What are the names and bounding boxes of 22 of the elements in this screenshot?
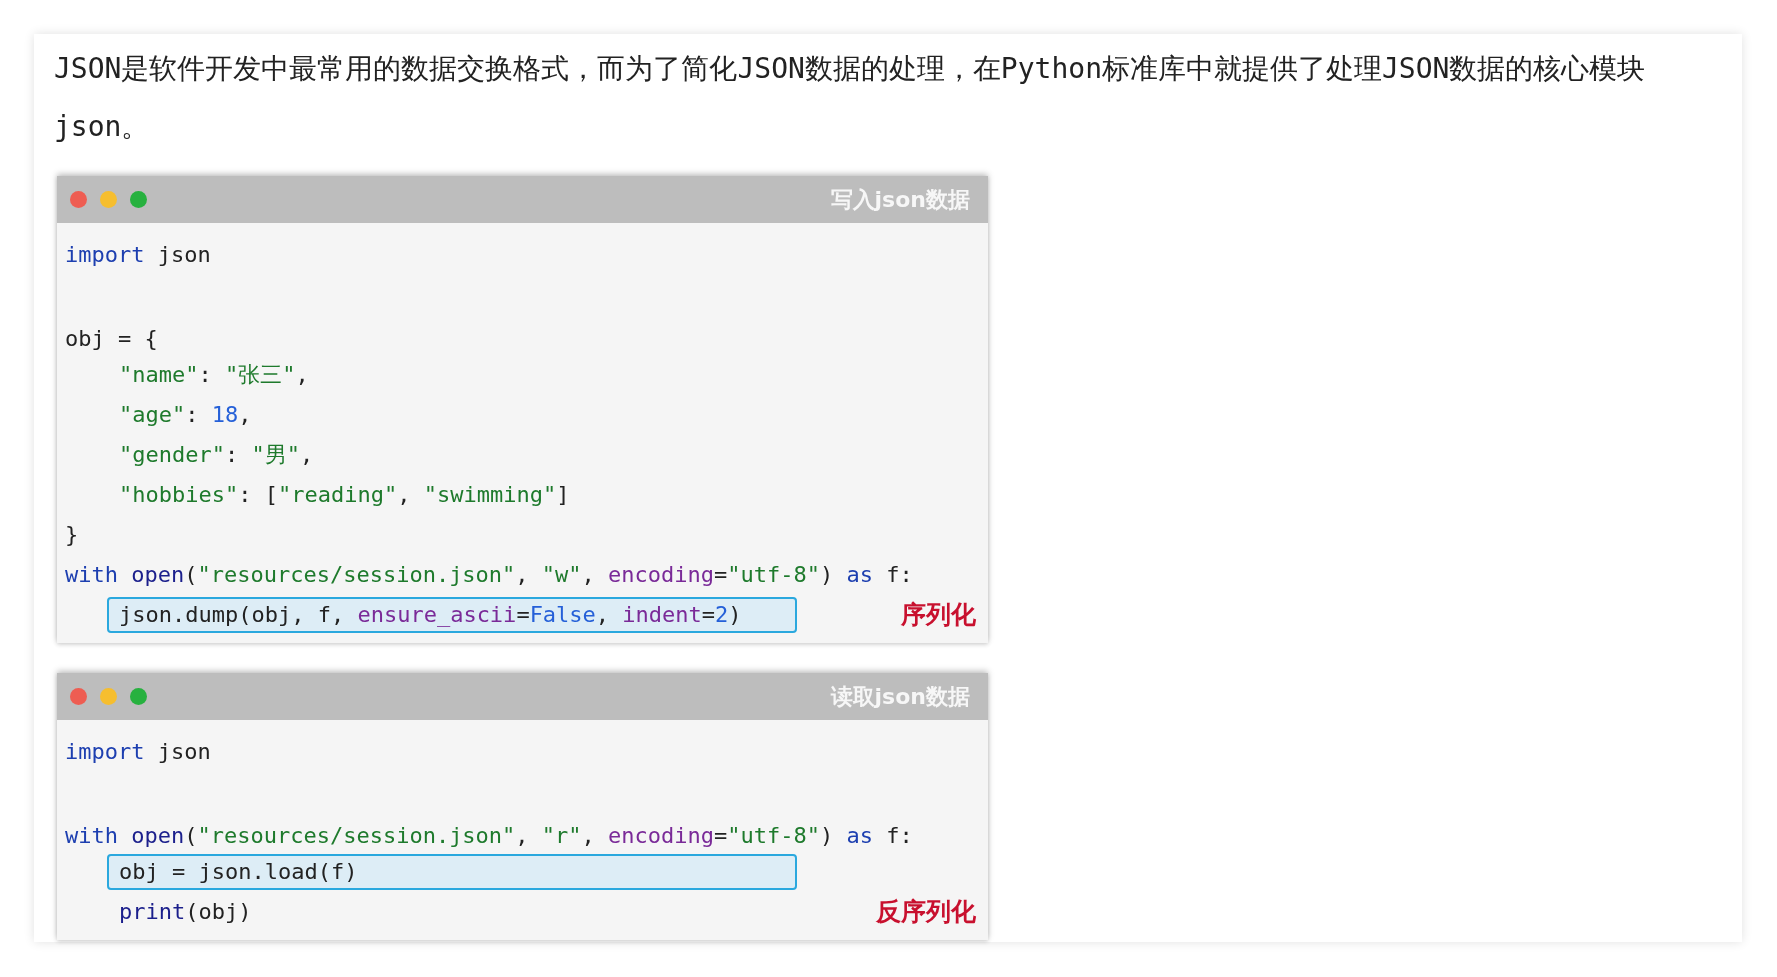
window-control-icon [100,191,117,208]
annotation-label: 反序列化 [876,896,976,929]
code-line: obj = { [65,325,158,353]
window-title: 读取json数据 [830,683,970,711]
code-line: with open("resources/session.json", "w", encoding="utf-8") as f: [65,561,913,589]
window-control-icon [130,191,147,208]
window-title: 写入json数据 [830,186,970,214]
code-line: "hobbies": ["reading", "swimming"] [118,481,570,509]
intro-paragraph: JSON是软件开发中最常用的数据交换格式，而为了简化JSON数据的处理，在Python标准库中就提供了处理JSON数据的核心模块 json。 [54,51,1647,145]
window-control-icon [70,191,87,208]
code-line: print(obj) [118,898,252,926]
code-line: with open("resources/session.json", "r", encoding="utf-8") as f: [65,822,913,850]
annotation-label: 序列化 [901,599,976,632]
window-control-icon [130,688,147,705]
code-line: "name": "张三", [118,361,309,389]
code-line: "age": 18, [118,401,252,429]
code-line: import json [65,738,211,766]
window-control-icon [100,688,117,705]
window-control-icon [70,688,87,705]
code-line: } [65,521,79,549]
code-line: import json [65,241,211,269]
code-line: "gender": "男", [118,441,314,469]
